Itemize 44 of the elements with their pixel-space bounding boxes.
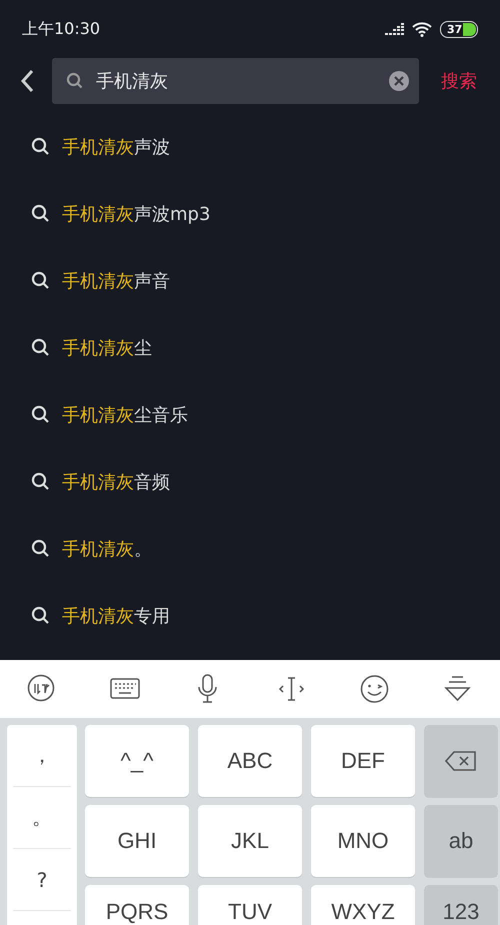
status-time: 上午10:30 — [22, 18, 102, 40]
letter-key[interactable]: TUV — [198, 885, 302, 925]
letter-key[interactable]: JKL — [198, 805, 302, 877]
search-icon — [31, 472, 50, 491]
mode-key[interactable]: ab — [424, 805, 498, 877]
symbol-key[interactable]: ， — [13, 725, 71, 787]
suggestion-item[interactable]: 手机清灰声波 — [62, 134, 170, 158]
signal-icon — [385, 23, 404, 35]
search-icon — [31, 137, 50, 156]
battery-level: 37 — [446, 24, 462, 34]
letter-key[interactable]: DEF — [311, 725, 415, 797]
backspace-icon — [445, 751, 477, 771]
search-icon — [31, 271, 50, 290]
search-icon — [31, 539, 50, 558]
suggestion-item[interactable]: 手机清灰尘 — [62, 336, 152, 360]
search-icon — [66, 72, 84, 90]
mode-key[interactable]: 123 — [424, 885, 498, 925]
suggestion-item[interactable]: 手机清灰专用 — [62, 604, 170, 628]
letter-key[interactable]: MNO — [311, 805, 415, 877]
search-field[interactable]: 手机清灰 — [52, 58, 419, 104]
suggestion-item[interactable]: 手机清灰尘音乐 — [62, 402, 188, 426]
search-icon — [31, 405, 50, 424]
search-icon — [31, 204, 50, 223]
symbol-key[interactable]: ? — [13, 849, 71, 911]
symbol-key[interactable]: 。 — [13, 787, 71, 849]
search-icon — [31, 606, 50, 625]
suggestion-item[interactable]: 手机清灰。 — [62, 536, 152, 560]
letter-key[interactable]: PQRS — [85, 885, 189, 925]
emoji-icon[interactable] — [360, 674, 390, 704]
letter-key[interactable]: ^_^ — [85, 725, 189, 797]
hide-keyboard-icon[interactable] — [443, 674, 474, 704]
search-icon — [31, 338, 50, 357]
clear-icon — [394, 76, 404, 86]
suggestion-item[interactable]: 手机清灰音频 — [62, 470, 170, 494]
clear-button[interactable] — [389, 71, 409, 91]
search-input[interactable]: 手机清灰 — [94, 70, 379, 92]
letter-key[interactable]: ABC — [198, 725, 302, 797]
suggestion-item[interactable]: 手机清灰声音 — [62, 268, 170, 292]
letter-key[interactable]: GHI — [85, 805, 189, 877]
suggestion-item[interactable]: 手机清灰声波mp3 — [62, 202, 210, 226]
backspace-key[interactable] — [424, 725, 498, 797]
wifi-icon — [412, 22, 432, 36]
search-button[interactable]: 搜索 — [433, 69, 477, 93]
letter-key[interactable]: WXYZ — [311, 885, 415, 925]
